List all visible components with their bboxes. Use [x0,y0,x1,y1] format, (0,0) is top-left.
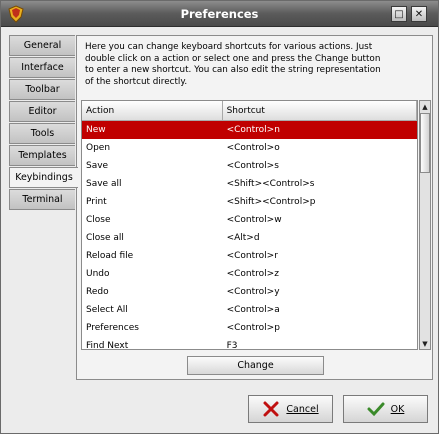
ok-checkmark-icon [367,402,385,417]
keybinding-row[interactable]: Redo <Control>y [82,283,417,301]
shortcut-cell[interactable]: <Shift><Control>s [223,179,417,189]
close-window-button[interactable]: ✕ [411,6,427,22]
tab-tools[interactable]: Tools [9,123,75,144]
keybinding-row[interactable]: Find Next F3 [82,337,417,350]
keybindings-page: Here you can change keyboard shortcuts f… [76,35,433,380]
action-cell: Select All [86,305,128,315]
shortcut-cell[interactable]: <Control>z [223,269,417,279]
scrollbar-thumb[interactable] [420,113,430,173]
shortcut-cell[interactable]: <Control>r [223,251,417,261]
action-cell: Find Next [86,341,129,350]
tab-editor[interactable]: Editor [9,101,75,122]
shortcut-cell[interactable]: F3 [223,341,417,349]
ok-label: OK [390,403,405,415]
keybinding-row[interactable]: Close <Control>w [82,211,417,229]
ok-button[interactable]: OK [343,395,428,423]
list-rows: New <Control>n Open <Control>o Save <Control>… [82,121,417,350]
title-bar[interactable]: Preferences □ ✕ [1,1,438,27]
action-cell: Save all [86,179,122,189]
tab-interface[interactable]: Interface [9,57,75,78]
keybindings-description: Here you can change keyboard shortcuts f… [85,42,381,87]
action-cell: Save [86,161,109,171]
action-cell: Undo [86,269,110,279]
shortcut-cell[interactable]: <Control>a [223,305,417,315]
action-cell: Reload file [86,251,134,261]
scroll-down-icon[interactable]: ▼ [420,338,430,349]
keybinding-row[interactable]: Select All <Control>a [82,301,417,319]
shortcut-cell[interactable]: <Control>p [223,323,417,333]
shortcut-cell[interactable]: <Alt>d [223,233,417,243]
shortcut-cell[interactable]: <Control>s [223,161,417,171]
close-icon: ✕ [414,8,424,20]
keybinding-row[interactable]: Undo <Control>z [82,265,417,283]
tab-terminal[interactable]: Terminal [9,189,75,210]
action-cell: Close [86,215,111,225]
keybinding-row[interactable]: Preferences <Control>p [82,319,417,337]
cancel-button[interactable]: Cancel [248,395,333,423]
shortcut-cell[interactable]: <Control>y [223,287,417,297]
preferences-window: Preferences □ ✕ General Interface Toolbar E… [0,0,439,434]
keybinding-row[interactable]: Save all <Shift><Control>s [82,175,417,193]
tab-templates[interactable]: Templates [9,145,75,166]
keybinding-row[interactable]: Save <Control>s [82,157,417,175]
change-button[interactable]: Change [187,356,324,375]
column-header-shortcut[interactable]: Shortcut [222,101,417,120]
tab-keybindings[interactable]: Keybindings [9,167,78,188]
shortcut-cell[interactable]: <Shift><Control>p [223,197,417,207]
keybinding-row[interactable]: Open <Control>o [82,139,417,157]
keybindings-list[interactable]: Action Shortcut New <Control>n Open <Contro… [81,100,418,350]
action-cell: Print [86,197,107,207]
cancel-icon [263,401,279,417]
shortcut-cell[interactable]: <Control>n [223,125,417,135]
list-header: Action Shortcut [82,101,417,121]
shortcut-cell[interactable]: <Control>w [223,215,417,225]
action-cell: Close all [86,233,124,243]
maximize-icon: □ [394,8,404,20]
shortcut-cell[interactable]: <Control>o [223,143,417,153]
keybinding-row[interactable]: Print <Shift><Control>p [82,193,417,211]
keybinding-row[interactable]: New <Control>n [82,121,417,139]
cancel-label: Cancel [286,403,319,415]
scroll-up-icon[interactable]: ▲ [420,101,430,112]
tab-toolbar[interactable]: Toolbar [9,79,75,100]
action-cell: Redo [86,287,109,297]
action-cell: Preferences [86,323,139,333]
action-cell: New [86,125,106,135]
tab-list: General Interface Toolbar Editor Tools Templa… [9,35,78,211]
keybinding-row[interactable]: Reload file <Control>r [82,247,417,265]
tab-general[interactable]: General [9,35,75,56]
action-cell: Open [86,143,111,153]
maximize-button[interactable]: □ [391,6,407,22]
window-title: Preferences [180,7,259,21]
vertical-scrollbar[interactable]: ▲ ▼ [419,100,431,350]
column-header-action[interactable]: Action [82,101,223,120]
keybinding-row[interactable]: Close all <Alt>d [82,229,417,247]
